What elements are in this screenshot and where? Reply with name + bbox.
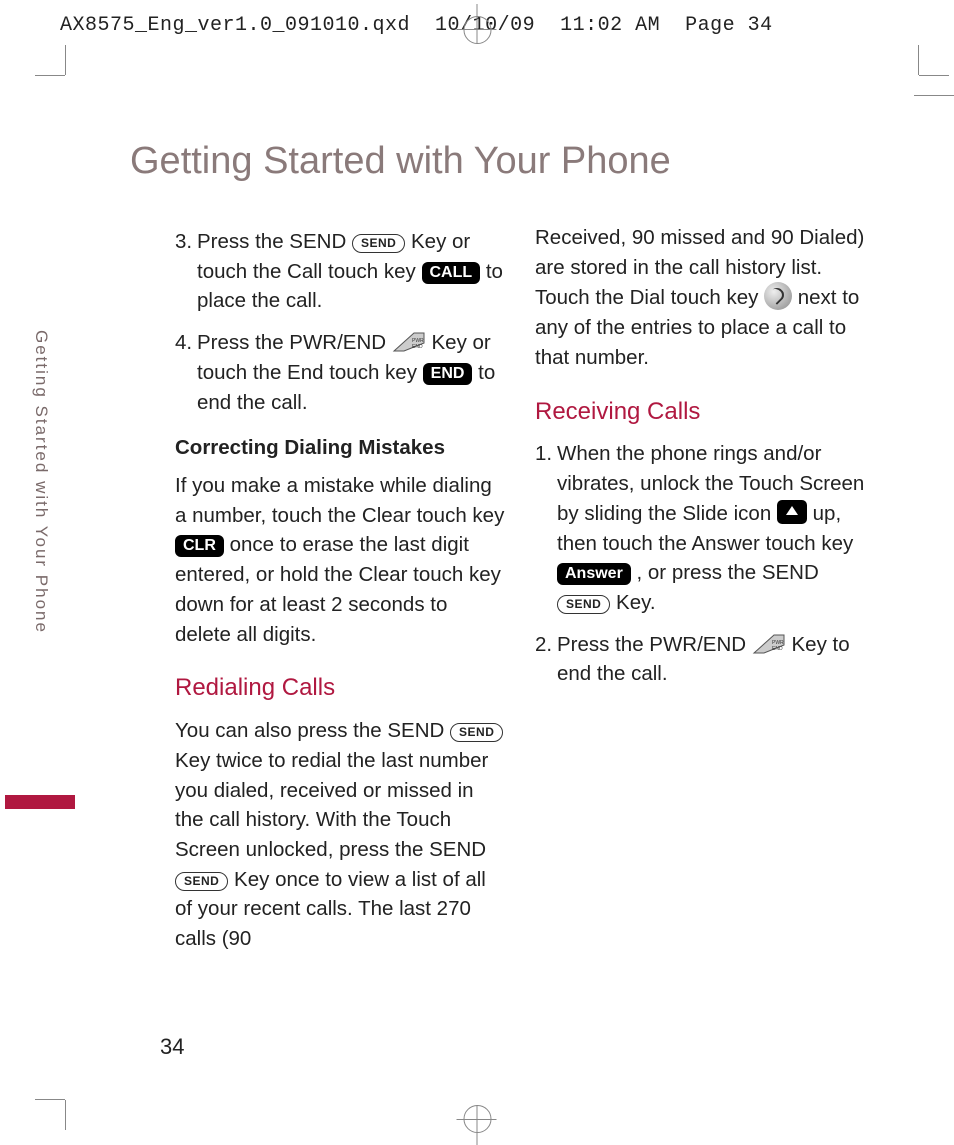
crop-mark-bottom — [477, 1095, 478, 1145]
call-touch-key-icon: CALL — [422, 262, 481, 284]
send-key-icon: SEND — [450, 723, 503, 742]
step-number: 3. — [175, 227, 197, 316]
page-number: 34 — [160, 1034, 184, 1060]
text: Press the PWR/END — [557, 633, 752, 656]
side-running-head: Getting Started with Your Phone — [30, 330, 52, 639]
crop-mark-bl — [45, 1070, 95, 1120]
crop-mark-tl — [45, 55, 95, 105]
text: once to erase the last digit entered, or… — [175, 533, 501, 645]
pwr-end-key-icon: PWREND — [392, 329, 426, 353]
text: You can also press the SEND — [175, 719, 450, 742]
step-body: Press the PWR/END PWREND Key to end the … — [557, 630, 865, 689]
svg-text:END: END — [412, 344, 423, 350]
dial-touch-key-icon — [764, 282, 792, 310]
slide-up-icon — [777, 500, 807, 524]
step-number: 4. — [175, 328, 197, 417]
side-label-text: Getting Started with Your Phone — [31, 330, 51, 634]
pwr-end-key-icon: PWREND — [752, 631, 786, 655]
step-body: When the phone rings and/or vibrates, un… — [557, 439, 865, 617]
subheading-correcting: Correcting Dialing Mistakes — [175, 433, 505, 463]
recv-step-2: 2. Press the PWR/END PWREND Key to end t… — [535, 630, 865, 689]
paragraph: You can also press the SEND SEND Key twi… — [175, 716, 505, 954]
svg-text:END: END — [772, 646, 783, 652]
recv-step-1: 1. When the phone rings and/or vibrates,… — [535, 439, 865, 617]
step-number: 2. — [535, 630, 557, 689]
clr-touch-key-icon: CLR — [175, 535, 224, 557]
end-touch-key-icon: END — [423, 363, 473, 385]
crop-mark-tr — [889, 55, 939, 105]
step-3: 3. Press the SEND SEND Key or touch the … — [175, 227, 505, 316]
step-number: 1. — [535, 439, 557, 617]
subheading-redialing: Redialing Calls — [175, 671, 505, 706]
text: If you make a mistake while dialing a nu… — [175, 474, 504, 527]
paragraph: If you make a mistake while dialing a nu… — [175, 471, 505, 649]
page-body: Getting Started with Your Phone Getting … — [105, 110, 885, 1050]
slug-text: AX8575_Eng_ver1.0_091010.qxd 10/10/09 11… — [60, 14, 773, 37]
crop-mark-top — [477, 4, 478, 54]
paragraph: Received, 90 missed and 90 Dialed) are s… — [535, 223, 865, 373]
column-right: Received, 90 missed and 90 Dialed) are s… — [535, 223, 865, 954]
answer-touch-key-icon: Answer — [557, 563, 631, 585]
step-body: Press the PWR/END PWREND Key or touch th… — [197, 328, 505, 417]
side-accent-bar — [5, 795, 75, 809]
send-key-icon: SEND — [175, 872, 228, 891]
text: Key. — [616, 591, 656, 614]
text: Press the SEND — [197, 230, 352, 253]
subheading-receiving: Receiving Calls — [535, 395, 865, 430]
send-key-icon: SEND — [557, 595, 610, 614]
page-title: Getting Started with Your Phone — [130, 140, 885, 183]
text: Key twice to redial the last number you … — [175, 749, 488, 861]
content-columns: 3. Press the SEND SEND Key or touch the … — [105, 223, 885, 954]
text: , or press the SEND — [637, 561, 819, 584]
step-body: Press the SEND SEND Key or touch the Cal… — [197, 227, 505, 316]
step-4: 4. Press the PWR/END PWREND Key or touch… — [175, 328, 505, 417]
crop-mark-right — [914, 95, 954, 96]
text: Press the PWR/END — [197, 331, 392, 354]
column-left: 3. Press the SEND SEND Key or touch the … — [175, 223, 505, 954]
send-key-icon: SEND — [352, 234, 405, 253]
